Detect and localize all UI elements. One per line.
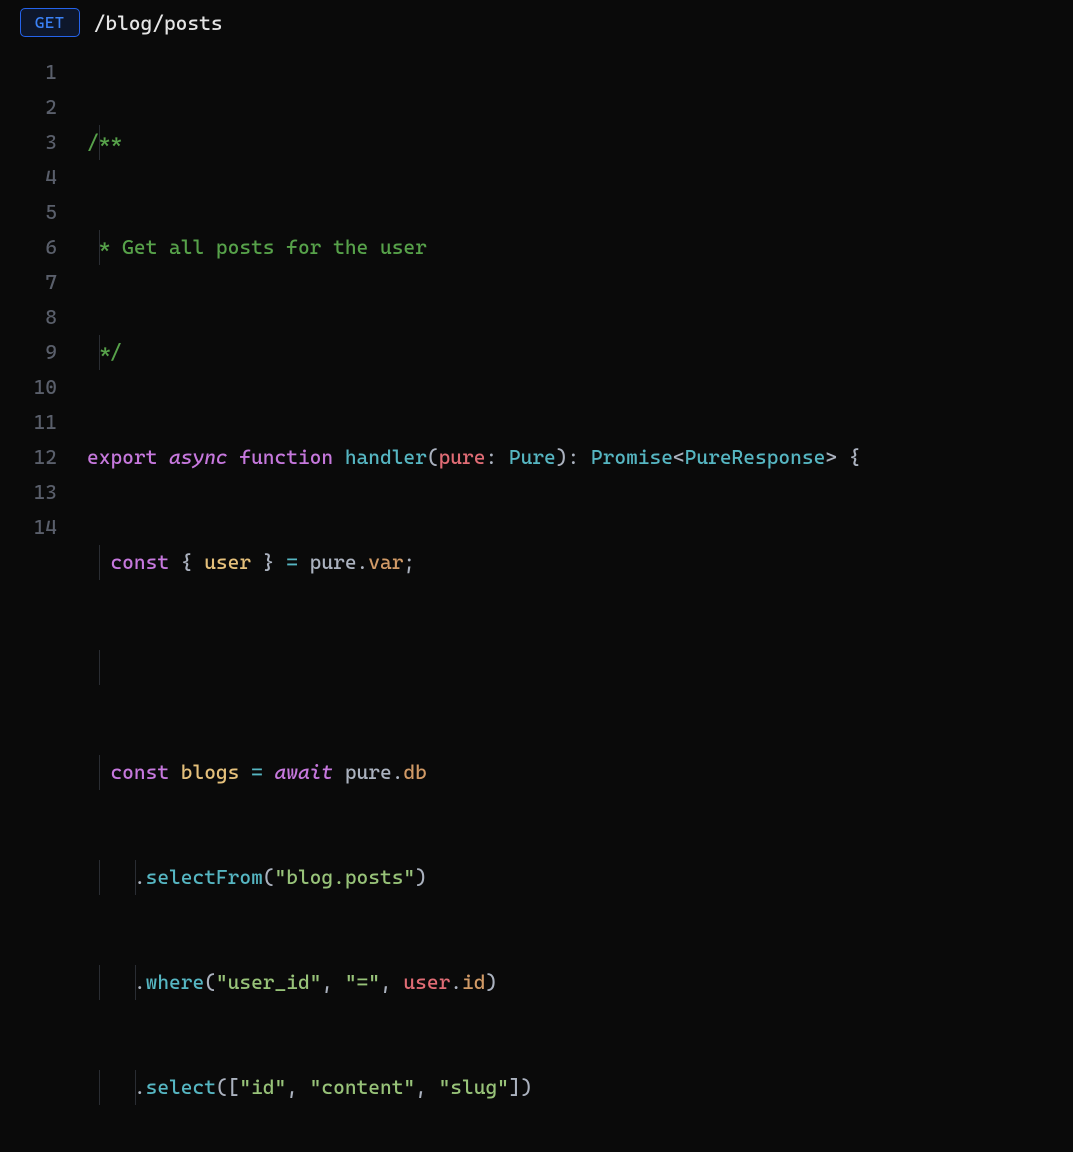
code-line[interactable]: const { user } = pure.var; [87,545,1061,580]
code-content[interactable]: /** * Get all posts for the user */ expo… [87,55,1061,1152]
line-number: 1 [12,55,57,90]
line-number: 11 [12,405,57,440]
line-number: 2 [12,90,57,125]
line-number: 7 [12,265,57,300]
line-number: 3 [12,125,57,160]
line-number: 14 [12,510,57,545]
http-method-badge: GET [20,8,80,37]
code-line[interactable]: */ [87,335,1061,370]
line-number: 8 [12,300,57,335]
line-number: 4 [12,160,57,195]
line-number: 13 [12,475,57,510]
code-line[interactable]: export async function handler(pure: Pure… [87,440,1061,475]
line-number: 9 [12,335,57,370]
line-number: 10 [12,370,57,405]
code-line[interactable] [87,650,1061,685]
line-number: 12 [12,440,57,475]
line-number: 6 [12,230,57,265]
code-line[interactable]: .where("user_id", "=", user.id) [87,965,1061,1000]
line-number: 5 [12,195,57,230]
code-line[interactable]: .select(["id", "content", "slug"]) [87,1070,1061,1105]
editor-header: GET /blog/posts [12,8,1061,37]
line-gutter: 1 2 3 4 5 6 7 8 9 10 11 12 13 14 [12,55,87,1152]
code-editor[interactable]: 1 2 3 4 5 6 7 8 9 10 11 12 13 14 /** * G… [12,55,1061,1152]
endpoint-path: /blog/posts [94,11,223,35]
code-line[interactable]: const blogs = await pure.db [87,755,1061,790]
code-line[interactable]: .selectFrom("blog.posts") [87,860,1061,895]
code-line[interactable]: /** [87,125,1061,160]
code-line[interactable]: * Get all posts for the user [87,230,1061,265]
